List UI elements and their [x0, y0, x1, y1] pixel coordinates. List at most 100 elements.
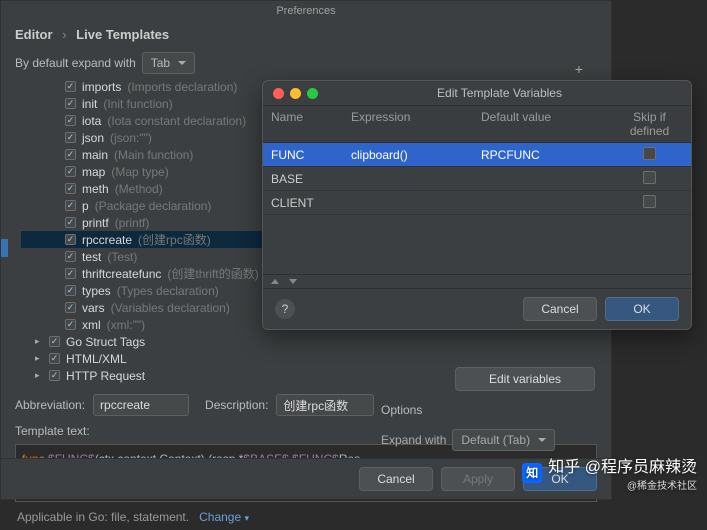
cell-default[interactable]: RPCFUNC — [473, 144, 608, 166]
cell-expression[interactable] — [343, 199, 473, 207]
cell-name[interactable]: BASE — [263, 168, 343, 190]
cell-skip[interactable] — [608, 167, 691, 191]
item-hint: (Main function) — [114, 148, 193, 162]
cell-expression[interactable] — [343, 175, 473, 183]
item-name: meth — [82, 182, 109, 196]
description-input[interactable] — [276, 394, 374, 416]
variables-table[interactable]: Name Expression Default value Skip if de… — [263, 105, 691, 215]
edit-variables-dialog: Edit Template Variables Name Expression … — [262, 80, 692, 330]
watermark-text: 知乎 @程序员麻辣烫 — [548, 453, 697, 477]
checkbox[interactable]: ✓ — [49, 370, 60, 381]
chevron-down-icon: ▾ — [245, 513, 250, 523]
col-default: Default value — [473, 106, 608, 142]
cell-expression[interactable]: clipboard() — [343, 144, 473, 166]
opt-expand-select[interactable]: Default (Tab) — [452, 429, 555, 451]
cancel-button[interactable]: Cancel — [359, 467, 433, 491]
checkbox[interactable]: ✓ — [65, 200, 76, 211]
dialog-cancel-button[interactable]: Cancel — [523, 297, 597, 321]
close-icon[interactable] — [273, 88, 284, 99]
item-name: rpccreate — [82, 233, 132, 247]
add-icon[interactable]: + — [575, 61, 583, 77]
item-hint: (Iota constant declaration) — [107, 114, 246, 128]
edit-variables-button[interactable]: Edit variables — [455, 367, 595, 391]
item-hint: (Init function) — [103, 97, 172, 111]
chevron-down-icon — [538, 438, 546, 442]
traffic-lights[interactable] — [273, 88, 318, 99]
checkbox[interactable]: ✓ — [65, 149, 76, 160]
checkbox[interactable]: ✓ — [65, 81, 76, 92]
item-name: main — [82, 148, 108, 162]
template-text-label: Template text: — [15, 424, 90, 438]
col-expression: Expression — [343, 106, 473, 142]
checkbox[interactable]: ✓ — [65, 285, 76, 296]
table-row[interactable]: BASE — [263, 167, 691, 191]
checkbox[interactable]: ✓ — [65, 115, 76, 126]
window-title: Preferences — [1, 1, 611, 21]
item-hint: (创建thrift的函数) — [167, 265, 258, 282]
item-name: vars — [82, 301, 105, 315]
item-hint: (Variables declaration) — [111, 301, 230, 315]
dialog-ok-button[interactable]: OK — [605, 297, 679, 321]
cell-default[interactable] — [473, 199, 608, 207]
checkbox[interactable]: ✓ — [65, 302, 76, 313]
cell-default[interactable] — [473, 175, 608, 183]
item-hint: (创建rpc函数) — [138, 231, 211, 248]
options-title: Options — [381, 403, 595, 417]
item-hint: (json:"") — [110, 131, 152, 145]
checkbox[interactable]: ✓ — [65, 166, 76, 177]
change-link[interactable]: Change ▾ — [199, 510, 249, 524]
zoom-icon[interactable] — [307, 88, 318, 99]
dialog-toolbar — [263, 274, 691, 288]
checkbox[interactable]: ✓ — [65, 183, 76, 194]
dialog-title: Edit Template Variables — [318, 86, 681, 100]
checkbox[interactable]: ✓ — [65, 251, 76, 262]
move-down-icon[interactable] — [289, 279, 297, 284]
checkbox[interactable]: ✓ — [49, 336, 60, 347]
item-name: printf — [82, 216, 109, 230]
checkbox[interactable]: ✓ — [65, 319, 76, 330]
expander-icon[interactable]: ▸ — [35, 353, 40, 364]
skip-checkbox[interactable] — [643, 147, 656, 160]
abbreviation-label: Abbreviation: — [15, 398, 85, 412]
chevron-right-icon: › — [62, 27, 66, 42]
breadcrumb-section[interactable]: Editor — [15, 27, 53, 42]
chevron-down-icon — [178, 61, 186, 65]
minimize-icon[interactable] — [290, 88, 301, 99]
checkbox[interactable]: ✓ — [49, 353, 60, 364]
move-up-icon[interactable] — [271, 279, 279, 284]
expander-icon[interactable]: ▸ — [35, 370, 40, 381]
tree-item-go-struct-tags[interactable]: ▸✓Go Struct Tags — [21, 333, 599, 350]
abbreviation-input[interactable] — [93, 394, 189, 416]
skip-checkbox[interactable] — [643, 195, 656, 208]
table-row[interactable]: CLIENT — [263, 191, 691, 215]
cell-name[interactable]: FUNC — [263, 144, 343, 166]
help-button[interactable]: ? — [275, 299, 295, 319]
checkbox[interactable]: ✓ — [65, 234, 76, 245]
checkbox[interactable]: ✓ — [65, 98, 76, 109]
watermark-sub: @稀金技术社区 — [548, 477, 697, 492]
checkbox[interactable]: ✓ — [65, 268, 76, 279]
checkbox[interactable]: ✓ — [65, 217, 76, 228]
tree-item-html-xml[interactable]: ▸ ✓ HTML/XML — [21, 350, 599, 367]
dialog-titlebar[interactable]: Edit Template Variables — [263, 81, 691, 105]
checkbox[interactable]: ✓ — [65, 132, 76, 143]
table-row[interactable]: FUNCclipboard()RPCFUNC — [263, 143, 691, 167]
item-name: test — [82, 250, 101, 264]
expander-icon[interactable]: ▸ — [35, 336, 40, 347]
item-hint: (Imports declaration) — [127, 80, 237, 94]
skip-checkbox[interactable] — [643, 171, 656, 184]
cell-skip[interactable] — [608, 191, 691, 215]
cell-name[interactable]: CLIENT — [263, 192, 343, 214]
cell-skip[interactable] — [608, 143, 691, 167]
item-name: imports — [82, 80, 121, 94]
opt-expand-value: Default (Tab) — [461, 433, 530, 447]
expand-label: By default expand with — [15, 56, 136, 70]
breadcrumb: Editor › Live Templates — [1, 21, 611, 48]
item-hint: (Map type) — [111, 165, 168, 179]
table-header: Name Expression Default value Skip if de… — [263, 106, 691, 143]
item-name: HTML/XML — [66, 352, 127, 366]
expand-select[interactable]: Tab — [142, 52, 195, 74]
item-hint: (Types declaration) — [117, 284, 219, 298]
item-hint: (Method) — [115, 182, 163, 196]
zhihu-logo-icon: 知 — [522, 463, 542, 483]
